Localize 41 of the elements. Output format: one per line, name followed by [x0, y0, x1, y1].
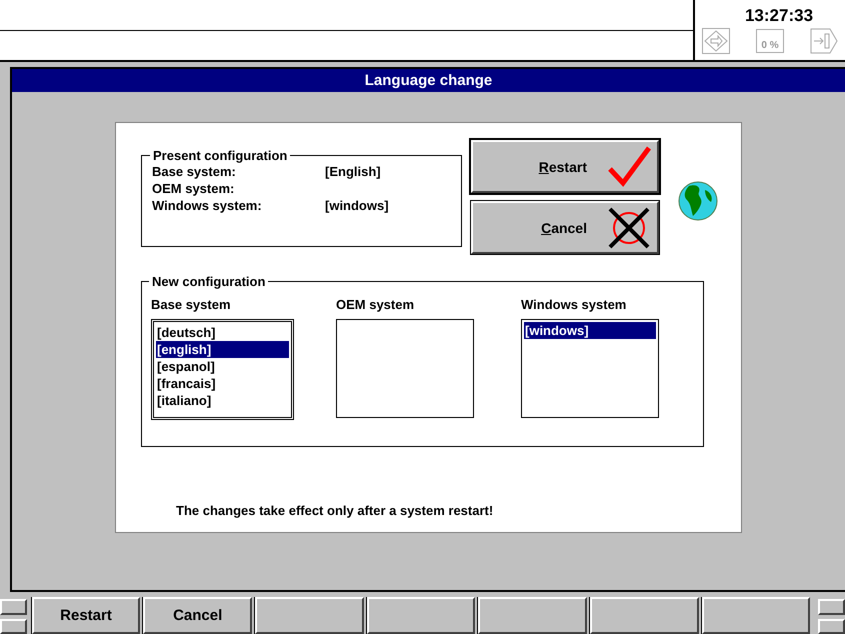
list-item[interactable]: [espanol] [156, 358, 289, 375]
softkey[interactable] [702, 597, 810, 634]
clock: 13:27:33 [744, 8, 814, 24]
side-key[interactable] [818, 599, 845, 614]
side-key[interactable] [0, 599, 27, 614]
globe-icon [677, 180, 719, 222]
list-item[interactable]: [deutsch] [156, 324, 289, 341]
cross-icon [607, 206, 651, 250]
field-value: [windows] [325, 197, 390, 214]
list-label: Base system [151, 297, 232, 313]
diamond-arrow-icon [702, 28, 730, 54]
restart-note: The changes take effect only after a system restart! [176, 503, 494, 518]
softkey[interactable]: Cancel [143, 597, 252, 634]
load-indicator: 0 % [756, 29, 784, 53]
list-label: OEM system [336, 297, 416, 313]
dialog-title: Language change [12, 69, 845, 92]
softkey[interactable] [366, 597, 476, 634]
list-label: Windows system [521, 297, 628, 313]
softkey[interactable] [255, 597, 364, 634]
softkey[interactable] [590, 597, 699, 634]
list-box[interactable]: [deutsch] [english] [espanol] [francais] [italiano] [151, 319, 294, 420]
field-label: OEM system: [152, 180, 236, 197]
exit-door-icon [810, 28, 838, 54]
field-value: [English] [325, 163, 382, 180]
field-label: Windows system: [152, 197, 263, 214]
list-box[interactable]: [windows] [521, 319, 659, 418]
group-title: New configuration [151, 274, 266, 289]
list-box[interactable] [336, 319, 474, 418]
list-item[interactable]: [english] [156, 341, 289, 358]
list-item[interactable]: [francais] [156, 375, 289, 392]
cancel-button[interactable]: Cancel [471, 201, 659, 254]
softkey[interactable] [478, 597, 588, 634]
list-item[interactable]: [italiano] [156, 392, 289, 409]
list-item[interactable]: [windows] [524, 322, 656, 339]
side-key[interactable] [818, 618, 845, 634]
field-label: Base system: [152, 163, 237, 180]
group-title: Present configuration [152, 148, 288, 163]
softkey[interactable]: Restart [32, 597, 140, 634]
side-key[interactable] [0, 618, 27, 634]
restart-button[interactable]: Restart [471, 140, 659, 193]
check-icon [607, 144, 651, 188]
